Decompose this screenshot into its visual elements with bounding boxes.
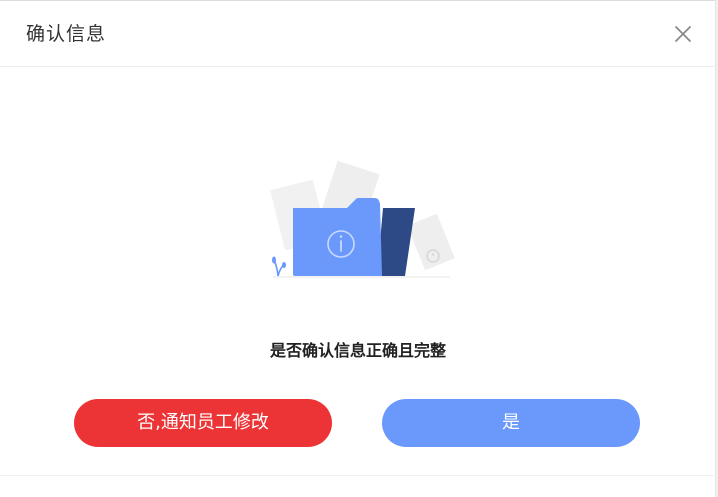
close-icon	[675, 26, 691, 42]
confirm-yes-button[interactable]: 是	[382, 399, 640, 447]
footer-divider	[0, 475, 716, 476]
reject-notify-button[interactable]: 否,通知员工修改	[74, 399, 332, 447]
confirm-dialog: 确认信息 是否确认信息正确且完整 否,通知员工修改 是	[0, 0, 716, 497]
confirm-message: 是否确认信息正确且完整	[269, 341, 446, 360]
dialog-title: 确认信息	[26, 23, 107, 45]
dialog-header: 确认信息	[0, 1, 716, 67]
folder-illustration	[265, 156, 465, 286]
folder-info-icon	[270, 160, 455, 278]
close-button[interactable]	[672, 23, 694, 45]
